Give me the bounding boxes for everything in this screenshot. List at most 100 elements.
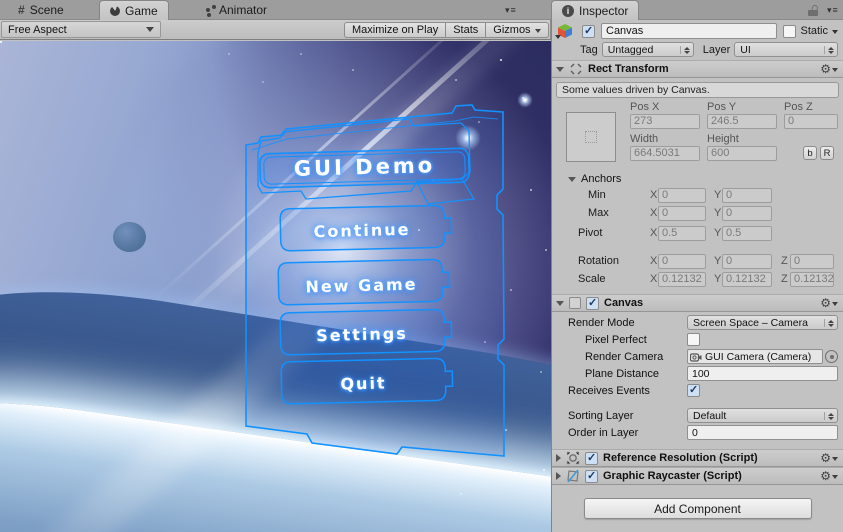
min-y-field[interactable]: 0 <box>722 188 772 203</box>
foldout-open-icon[interactable] <box>556 66 564 72</box>
max-x-field[interactable]: 0 <box>658 206 706 221</box>
scale-x-field[interactable]: 0.12132 <box>658 272 706 287</box>
position-block: Pos X Pos Y Pos Z 273 246.5 0 Width Heig… <box>552 101 843 169</box>
aspect-dropdown[interactable]: Free Aspect <box>1 21 161 38</box>
render-camera-row: Render Camera GUI Camera (Camera) <box>552 348 843 365</box>
render-camera-object-field[interactable]: GUI Camera (Camera) <box>687 349 823 364</box>
plane-distance-label: Plane Distance <box>585 367 659 380</box>
game-panel-menu-icon[interactable]: ▾ ≡ <box>505 5 516 16</box>
tab-game[interactable]: Game <box>99 0 169 20</box>
scale-y-field[interactable]: 0.12132 <box>722 272 772 287</box>
y-axis-label: Y <box>714 189 722 201</box>
anchors-label: Anchors <box>581 173 622 185</box>
gear-icon[interactable]: ⚙ <box>820 63 838 75</box>
sorting-layer-dropdown[interactable]: Default <box>687 408 838 423</box>
sorting-layer-label: Sorting Layer <box>568 409 634 422</box>
menu-frame-svg <box>245 104 505 457</box>
pixel-perfect-checkbox[interactable] <box>687 333 700 346</box>
tab-animator[interactable]: Animator <box>196 0 277 20</box>
height-field[interactable]: 600 <box>707 146 777 161</box>
plane-distance-field[interactable]: 100 <box>687 366 838 381</box>
active-checkbox[interactable] <box>582 24 595 38</box>
gizmos-button[interactable]: Gizmos <box>485 22 549 38</box>
name-field[interactable]: Canvas <box>601 23 778 39</box>
tab-scene[interactable]: # Scene <box>8 0 74 20</box>
receives-events-checkbox[interactable] <box>687 384 700 397</box>
chevron-down-icon <box>146 27 154 36</box>
gear-icon[interactable]: ⚙ <box>820 297 838 309</box>
scale-z-field[interactable]: 0.12132 <box>790 272 834 287</box>
pivot-row: Pivot X 0.5 Y 0.5 <box>552 226 843 242</box>
foldout-open-icon <box>568 176 576 182</box>
canvas-enabled-checkbox[interactable] <box>586 296 599 310</box>
continue-button-label[interactable]: Continue <box>279 207 444 253</box>
rotation-label: Rotation <box>578 255 619 267</box>
lock-icon[interactable] <box>808 4 819 16</box>
tag-label: Tag <box>580 43 598 56</box>
rotation-row: Rotation X 0 Y 0 Z 0 <box>552 254 843 270</box>
tab-strip: # Scene Game Animator ▾ ≡ i Inspector ▾ ≡ <box>0 0 843 20</box>
rotation-z-field[interactable]: 0 <box>790 254 834 269</box>
layer-dropdown[interactable]: UI <box>734 42 838 57</box>
anchors-foldout[interactable]: Anchors <box>552 172 843 186</box>
max-label: Max <box>588 207 609 219</box>
blueprint-mode-button[interactable]: b <box>803 146 817 160</box>
driven-warning-text: Some values driven by Canvas. <box>562 84 710 96</box>
static-checkbox[interactable] <box>783 24 797 38</box>
static-dropdown-icon[interactable] <box>832 29 838 37</box>
min-x-field[interactable]: 0 <box>658 188 706 203</box>
add-component-button[interactable]: Add Component <box>583 498 812 519</box>
tag-value: Untagged <box>607 43 654 56</box>
reference-resolution-checkbox[interactable] <box>585 451 598 465</box>
pivot-x-field[interactable]: 0.5 <box>658 226 706 241</box>
pivot-y-field[interactable]: 0.5 <box>722 226 772 241</box>
width-field[interactable]: 664.5031 <box>630 146 700 161</box>
rotation-x-field[interactable]: 0 <box>658 254 706 269</box>
add-component-label: Add Component <box>654 501 741 516</box>
x-axis-label: X <box>650 255 658 267</box>
pos-x-field[interactable]: 273 <box>630 114 700 129</box>
driven-warning: Some values driven by Canvas. <box>556 82 839 98</box>
x-axis-label: X <box>650 189 658 201</box>
stats-button[interactable]: Stats <box>445 22 487 38</box>
render-mode-dropdown[interactable]: Screen Space – Camera <box>687 315 838 330</box>
rect-transform-header[interactable]: Rect Transform ⚙ <box>552 60 843 78</box>
render-mode-label: Render Mode <box>568 316 635 329</box>
receives-events-label: Receives Events <box>568 384 650 397</box>
quit-button-label[interactable]: Quit <box>280 360 446 407</box>
pos-y-label: Pos Y <box>707 101 737 113</box>
graphic-raycaster-checkbox[interactable] <box>585 469 598 483</box>
max-y-field[interactable]: 0 <box>722 206 772 221</box>
canvas-component-header[interactable]: Canvas ⚙ <box>552 294 843 312</box>
order-in-layer-field[interactable]: 0 <box>687 425 838 440</box>
reference-resolution-header[interactable]: Reference Resolution (Script) ⚙ <box>552 449 843 467</box>
render-camera-value: GUI Camera (Camera) <box>705 350 812 363</box>
pos-y-field[interactable]: 246.5 <box>707 114 777 129</box>
anchor-preview[interactable] <box>566 112 616 162</box>
foldout-collapsed-icon[interactable] <box>556 454 561 462</box>
canvas-component-title: Canvas <box>604 297 644 309</box>
settings-button-label[interactable]: Settings <box>279 311 444 358</box>
inspector-panel-menu-icon[interactable]: ▾ ≡ <box>827 5 838 16</box>
rotation-y-field[interactable]: 0 <box>722 254 772 269</box>
foldout-open-icon[interactable] <box>556 300 564 306</box>
pos-z-field[interactable]: 0 <box>784 114 838 129</box>
tag-dropdown[interactable]: Untagged <box>601 42 694 57</box>
pos-z-label: Pos Z <box>784 101 813 113</box>
static-label: Static <box>800 25 828 37</box>
graphic-raycaster-header[interactable]: Graphic Raycaster (Script) ⚙ <box>552 467 843 485</box>
gameobject-cube-icon[interactable] <box>555 22 576 41</box>
gear-icon[interactable]: ⚙ <box>820 470 838 482</box>
tab-inspector[interactable]: i Inspector <box>551 0 640 20</box>
object-picker-icon[interactable] <box>825 350 838 363</box>
new-game-button-label[interactable]: New Game <box>277 261 445 309</box>
gear-icon[interactable]: ⚙ <box>820 452 838 464</box>
render-mode-value: Screen Space – Camera <box>693 316 808 329</box>
sorting-layer-row: Sorting Layer Default <box>552 407 843 424</box>
anchors-max-row: Max X 0 Y 0 <box>552 206 843 222</box>
graphic-raycaster-title: Graphic Raycaster (Script) <box>603 470 742 482</box>
raw-edit-mode-button[interactable]: R <box>820 146 834 160</box>
width-label: Width <box>630 133 659 145</box>
maximize-on-play-button[interactable]: Maximize on Play <box>344 22 447 38</box>
foldout-collapsed-icon[interactable] <box>556 472 561 480</box>
